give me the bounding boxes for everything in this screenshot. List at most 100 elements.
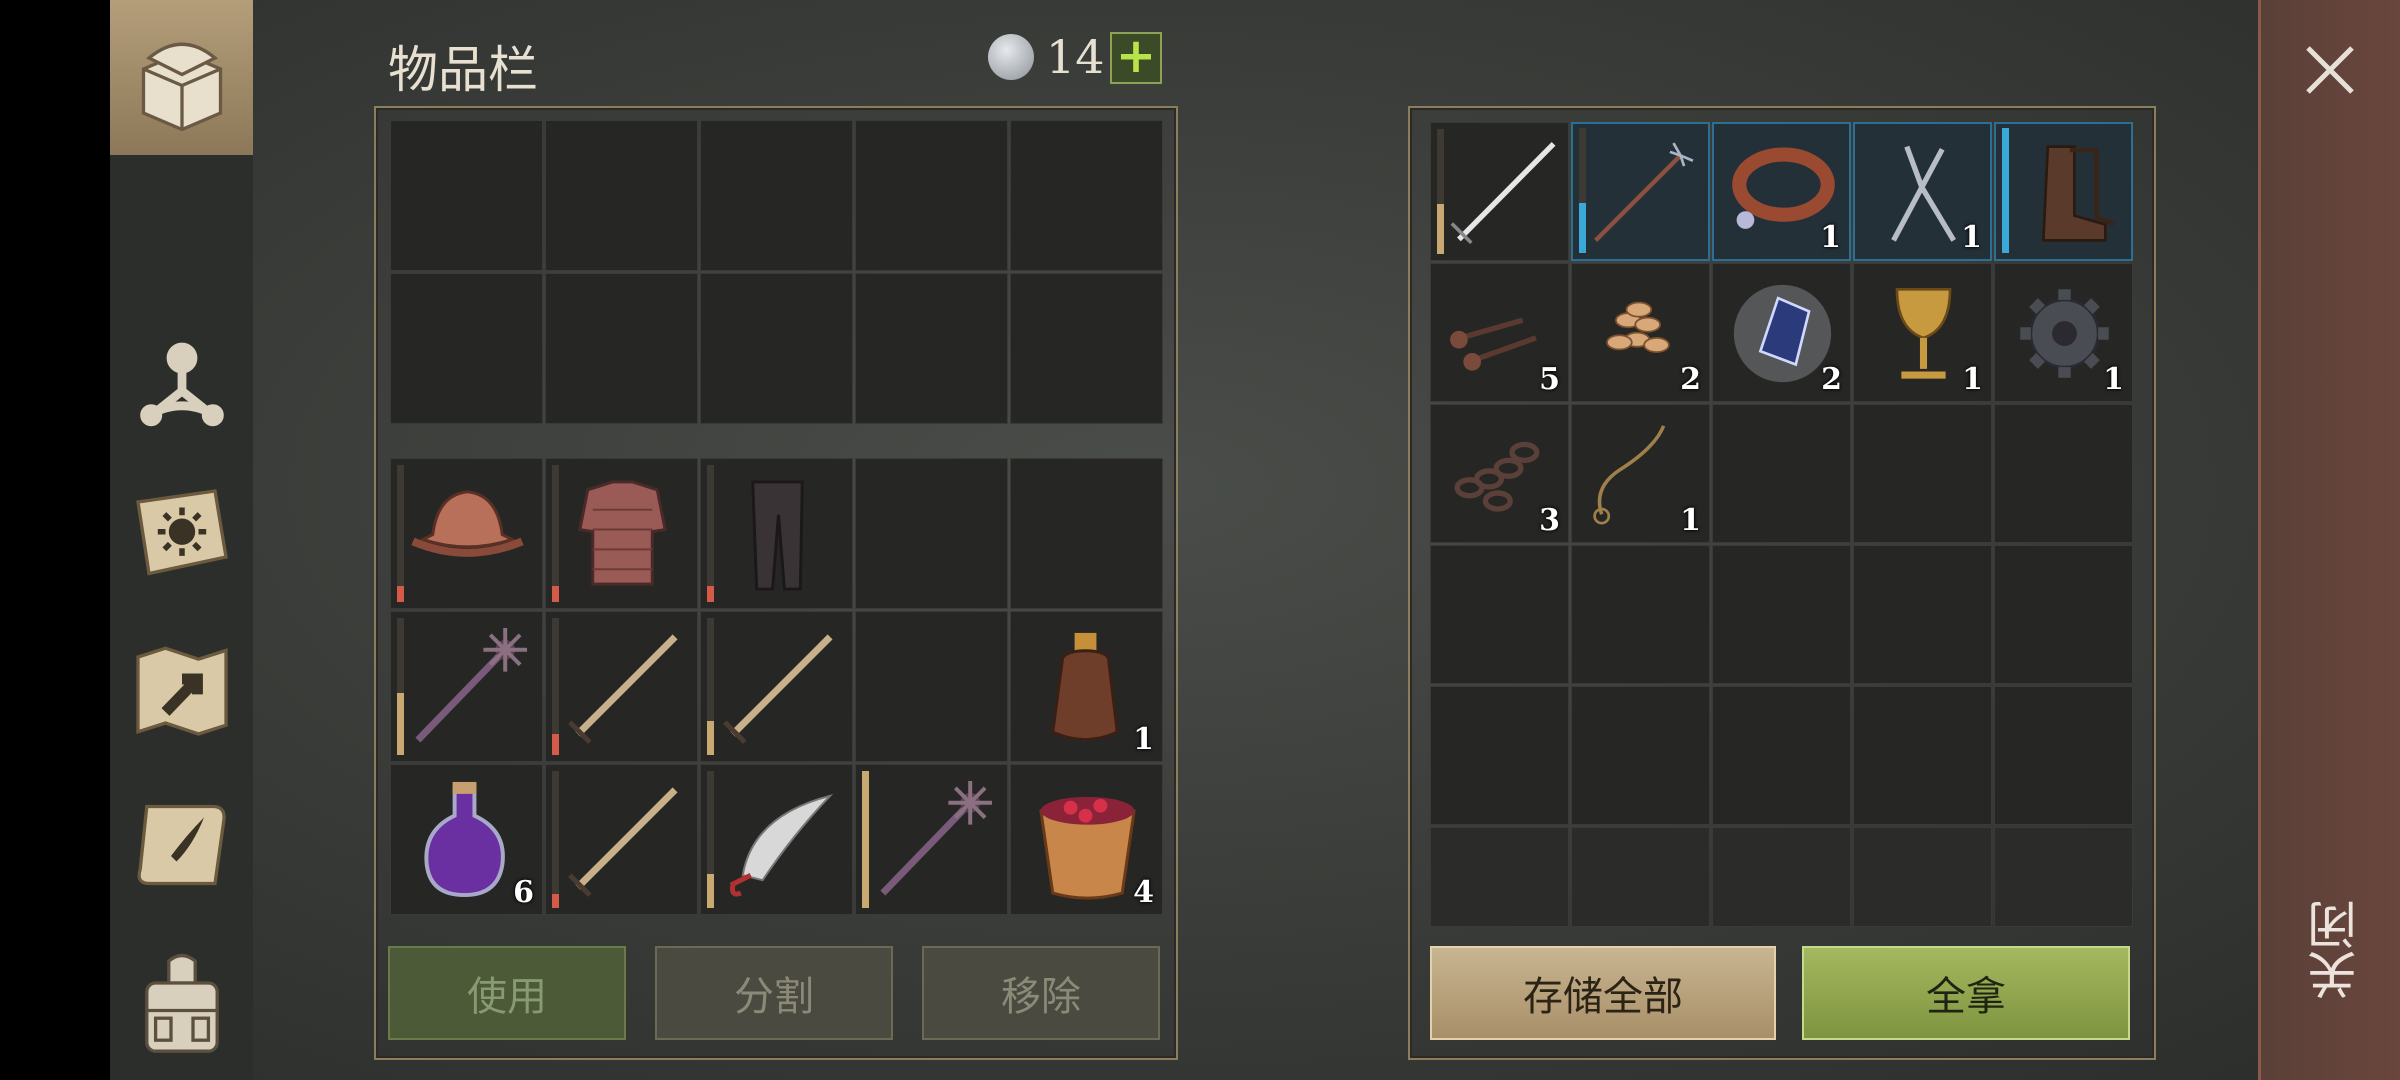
item-quantity: 4	[1133, 875, 1154, 910]
sword-icon	[568, 787, 678, 897]
loot-slot[interactable]	[1571, 545, 1710, 684]
inventory-slot[interactable]	[545, 458, 698, 609]
backpack-icon[interactable]	[110, 935, 253, 1075]
inventory-slot[interactable]: 4	[1010, 764, 1163, 915]
item-quantity: 2	[1680, 362, 1701, 397]
sword-icon	[723, 634, 833, 744]
loot-slot[interactable]	[1712, 404, 1851, 543]
durability-bar	[707, 771, 714, 908]
loot-slot[interactable]: 1	[1853, 122, 1992, 261]
sun-book-icon[interactable]	[110, 465, 253, 605]
helmet-icon	[411, 490, 524, 557]
storage-slot[interactable]	[855, 120, 1008, 271]
storage-slot[interactable]	[390, 273, 543, 424]
durability-bar	[707, 618, 714, 755]
loot-slot[interactable]	[1430, 686, 1569, 825]
storage-slot[interactable]	[545, 120, 698, 271]
inventory-slot[interactable]	[855, 611, 1008, 762]
item-quantity: 1	[1133, 722, 1154, 757]
loot-slot[interactable]	[1994, 404, 2133, 543]
loot-slot[interactable]	[1571, 686, 1710, 825]
inventory-slot[interactable]	[855, 764, 1008, 915]
loot-slot[interactable]	[1853, 545, 1992, 684]
chest-icon[interactable]	[110, 10, 253, 150]
inventory-slot[interactable]	[545, 611, 698, 762]
inventory-slot[interactable]: 6	[390, 764, 543, 915]
loot-slot[interactable]	[1430, 827, 1569, 927]
inventory-slot[interactable]	[1010, 458, 1163, 609]
loot-slot[interactable]	[1712, 545, 1851, 684]
durability-bar	[397, 618, 404, 755]
item-quantity: 1	[1820, 220, 1841, 255]
loot-slot[interactable]	[1430, 122, 1569, 261]
loot-slot[interactable]	[1712, 686, 1851, 825]
close-label[interactable]: 关闭	[2300, 900, 2365, 1000]
mace-icon	[415, 627, 528, 743]
store-all-button[interactable]: 存储全部	[1430, 946, 1776, 1040]
pants-icon	[751, 480, 804, 591]
loot-slot[interactable]: 1	[1994, 263, 2133, 402]
inventory-slot[interactable]	[700, 611, 853, 762]
item-quantity: 2	[1821, 362, 1842, 397]
inventory-slot[interactable]	[700, 764, 853, 915]
item-quantity: 5	[1539, 362, 1560, 397]
silver-coin-icon	[988, 34, 1034, 80]
loot-slot[interactable]	[1712, 827, 1851, 927]
durability-bar	[552, 618, 559, 755]
loot-slot[interactable]	[1994, 686, 2133, 825]
boots-icon	[2041, 145, 2115, 242]
storage-slot[interactable]	[545, 273, 698, 424]
inventory-slot[interactable]	[390, 611, 543, 762]
storage-slot[interactable]	[390, 120, 543, 271]
durability-bar	[707, 465, 714, 602]
loot-slot[interactable]	[1853, 827, 1992, 927]
inventory-slot[interactable]	[855, 458, 1008, 609]
page-title: 物品栏	[388, 41, 538, 99]
loot-slot[interactable]: 3	[1430, 404, 1569, 543]
loot-slot[interactable]: 5	[1430, 263, 1569, 402]
close-icon[interactable]	[2300, 40, 2360, 100]
durability-bar	[862, 771, 869, 908]
item-quantity: 3	[1539, 503, 1560, 538]
storage-slot[interactable]	[1010, 120, 1163, 271]
longsword-icon	[1450, 141, 1556, 245]
remove-button[interactable]: 移除	[922, 946, 1160, 1040]
inventory-slot[interactable]	[700, 458, 853, 609]
inventory-slot[interactable]	[390, 458, 543, 609]
sword-icon	[568, 634, 678, 744]
inventory-slot[interactable]: 1	[1010, 611, 1163, 762]
loot-slot[interactable]	[1994, 545, 2133, 684]
loot-slot[interactable]: 1	[1571, 404, 1710, 543]
crafting-icon[interactable]	[110, 310, 253, 450]
storage-slot[interactable]	[700, 273, 853, 424]
loot-slot[interactable]: 1	[1853, 263, 1992, 402]
durability-bar	[552, 771, 559, 908]
loot-slot[interactable]	[1571, 122, 1710, 261]
loot-slot[interactable]	[1994, 122, 2133, 261]
durability-bar	[552, 465, 559, 602]
take-all-button[interactable]: 全拿	[1802, 946, 2130, 1040]
use-button[interactable]: 使用	[388, 946, 626, 1040]
durability-bar	[1579, 128, 1586, 253]
map-icon[interactable]	[110, 620, 253, 760]
inventory-slot[interactable]	[545, 764, 698, 915]
add-currency-button[interactable]: +	[1110, 32, 1162, 84]
item-quantity: 1	[1961, 220, 1982, 255]
split-button[interactable]: 分割	[655, 946, 893, 1040]
storage-slot[interactable]	[855, 273, 1008, 424]
loot-slot[interactable]	[1994, 827, 2133, 927]
loot-slot[interactable]: 2	[1571, 263, 1710, 402]
loot-slot[interactable]	[1571, 827, 1710, 927]
storage-slot[interactable]	[1010, 273, 1163, 424]
loot-slot[interactable]	[1853, 404, 1992, 543]
item-quantity: 1	[1962, 362, 1983, 397]
loot-slot[interactable]	[1430, 545, 1569, 684]
storage-slot[interactable]	[700, 120, 853, 271]
scimitar-icon	[729, 794, 834, 897]
currency-value: 14	[1046, 30, 1105, 84]
loot-slot[interactable]: 2	[1712, 263, 1851, 402]
loot-slot[interactable]	[1853, 686, 1992, 825]
item-quantity: 1	[1680, 503, 1701, 538]
loot-slot[interactable]: 1	[1712, 122, 1851, 261]
scroll-icon[interactable]	[110, 775, 253, 915]
